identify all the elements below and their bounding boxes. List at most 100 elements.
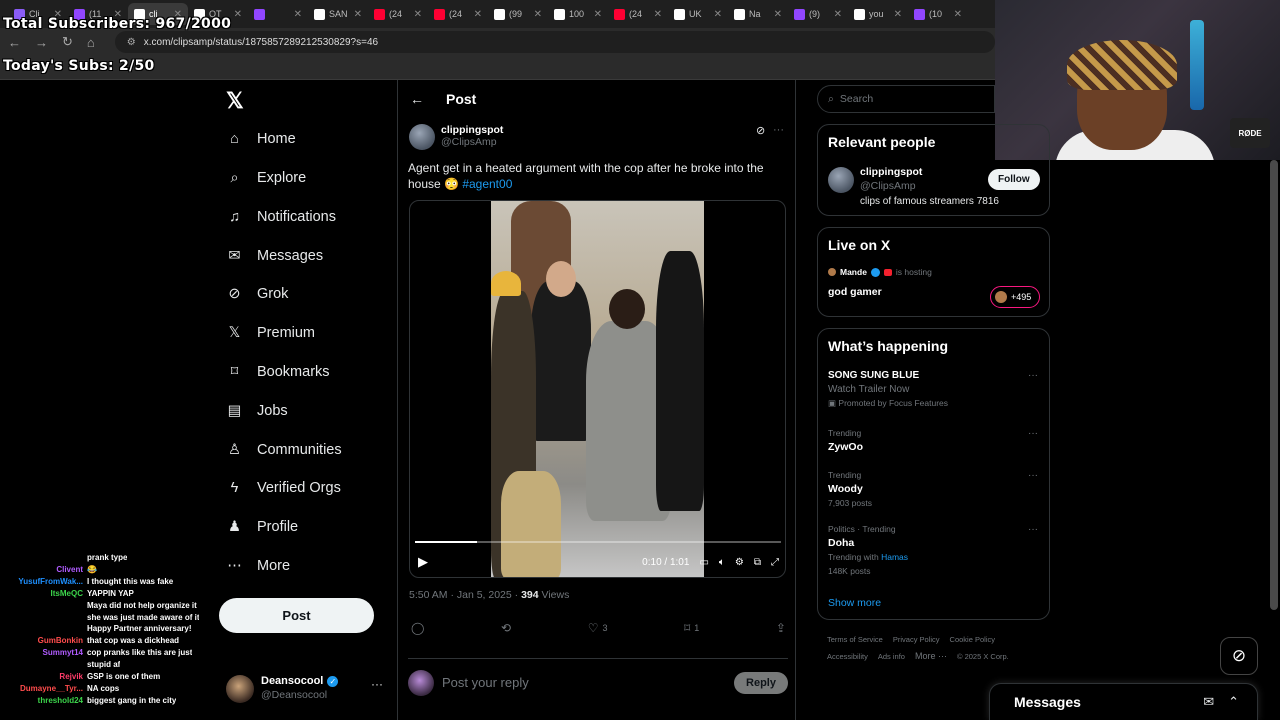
footer-link[interactable]: Accessibility xyxy=(827,652,868,661)
home-browser-icon[interactable]: ⌂ xyxy=(87,35,95,50)
post-author[interactable]: clippingspot @ClipsAmp xyxy=(409,124,503,150)
post-button[interactable]: Post xyxy=(219,598,374,633)
back-arrow-icon[interactable]: ← xyxy=(410,91,424,107)
video-progress-bar[interactable] xyxy=(415,541,781,543)
search-box[interactable]: ⌕ Search xyxy=(817,85,995,113)
reload-icon[interactable]: ↻ xyxy=(62,34,73,50)
chat-username[interactable]: Summyt14 xyxy=(0,647,83,659)
nav-item-more[interactable]: ⋯ More xyxy=(218,551,290,581)
browser-tab[interactable]: 100 ✕ xyxy=(548,3,608,25)
video-player[interactable]: ▶ 0:10 / 1:01 ▭ 🔈︎ ⚙ ⧉ ⤢ xyxy=(409,200,786,578)
relevant-avatar[interactable] xyxy=(828,167,854,193)
hashtag-link[interactable]: #agent00 xyxy=(462,177,512,191)
grok-explain-icon[interactable]: ⊘ xyxy=(756,124,765,137)
chat-username[interactable] xyxy=(0,612,83,624)
reply-action[interactable]: ◯ xyxy=(411,621,424,635)
reply-button[interactable]: Reply xyxy=(734,671,788,694)
tab-close-icon[interactable]: ✕ xyxy=(414,9,422,20)
follow-button[interactable]: Follow xyxy=(988,169,1040,190)
nav-item-messages[interactable]: ✉ Messages xyxy=(218,241,323,271)
page-scrollbar[interactable] xyxy=(1270,160,1278,610)
trend-item[interactable]: Politics · Trending Doha ··· xyxy=(828,524,1043,549)
browser-tab[interactable]: (99 ✕ xyxy=(488,3,548,25)
nav-item-communities[interactable]: ♙ Communities xyxy=(218,435,342,465)
play-icon[interactable]: ▶ xyxy=(418,554,428,570)
footer-link[interactable]: Ads info xyxy=(878,652,905,661)
fullscreen-icon[interactable]: ⤢ xyxy=(771,557,779,568)
post-timestamp[interactable]: 5:50 AM · Jan 5, 2025 · xyxy=(409,589,521,601)
footer-link[interactable]: Privacy Policy xyxy=(893,635,940,644)
nav-item-verified-orgs[interactable]: ϟ Verified Orgs xyxy=(218,473,341,503)
chat-username[interactable]: GumBonkin xyxy=(0,635,83,647)
trend-more-icon[interactable]: ··· xyxy=(1028,470,1038,481)
nav-item-grok[interactable]: ⊘ Grok xyxy=(218,279,288,309)
bookmark-action[interactable]: ⌑ 1 xyxy=(684,621,699,635)
grok-floating-button[interactable]: ⊘ xyxy=(1220,637,1258,675)
promoted-trend[interactable]: SONG SUNG BLUE Watch Trailer Now ▣ Promo… xyxy=(828,370,1043,409)
captions-icon[interactable]: ▭ xyxy=(699,557,708,568)
browser-tab[interactable]: SAN ✕ xyxy=(308,3,368,25)
browser-tab[interactable]: (10 ✕ xyxy=(908,3,968,25)
chat-username[interactable]: YusufFromWak... xyxy=(0,576,83,588)
chat-username[interactable]: Dumayne__Tyr... xyxy=(0,683,83,695)
chat-username[interactable] xyxy=(0,659,83,671)
browser-tab[interactable]: ✕ xyxy=(248,3,308,25)
hamas-link[interactable]: Hamas xyxy=(881,552,908,562)
messages-drawer[interactable]: Messages ✉ ⌃ xyxy=(989,683,1258,720)
account-switcher[interactable]: Deansocool ✓ @Deansocool ··· xyxy=(226,673,386,707)
trend-more-icon[interactable]: ··· xyxy=(1028,370,1038,381)
picture-in-picture-icon[interactable]: ⧉ xyxy=(754,557,761,568)
browser-tab[interactable]: UK ✕ xyxy=(668,3,728,25)
nav-item-notifications[interactable]: ♫ Notifications xyxy=(218,202,336,232)
volume-icon[interactable]: 🔈︎ xyxy=(719,557,725,568)
footer-link[interactable]: © 2025 X Corp. xyxy=(957,652,1009,661)
tab-close-icon[interactable]: ✕ xyxy=(294,9,302,20)
url-field[interactable]: ⚙ x.com/clipsamp/status/1875857289212530… xyxy=(114,31,995,53)
tab-close-icon[interactable]: ✕ xyxy=(354,9,362,20)
chat-username[interactable] xyxy=(0,600,83,612)
search-input[interactable]: Search xyxy=(840,93,873,105)
nav-item-jobs[interactable]: ▤ Jobs xyxy=(218,396,288,426)
browser-tab[interactable]: you ✕ xyxy=(848,3,908,25)
chat-username[interactable]: ItsMeQC xyxy=(0,588,83,600)
trend-item[interactable]: Trending ZywOo ··· xyxy=(828,428,1043,453)
live-listeners-pill[interactable]: +495 xyxy=(990,286,1040,308)
chat-username[interactable]: Rejvik xyxy=(0,671,83,683)
reply-input[interactable]: Post your reply xyxy=(442,675,726,690)
tab-close-icon[interactable]: ✕ xyxy=(774,9,782,20)
tab-close-icon[interactable]: ✕ xyxy=(594,9,602,20)
browser-tab[interactable]: (9) ✕ xyxy=(788,3,848,25)
tab-close-icon[interactable]: ✕ xyxy=(714,9,722,20)
footer-link[interactable]: Terms of Service xyxy=(827,635,883,644)
settings-gear-icon[interactable]: ⚙ xyxy=(735,557,744,568)
back-icon[interactable]: ← xyxy=(8,35,21,50)
account-more-icon[interactable]: ··· xyxy=(371,677,383,691)
forward-icon[interactable]: → xyxy=(35,35,48,50)
x-logo-icon[interactable]: 𝕏 xyxy=(226,88,244,114)
nav-item-explore[interactable]: ⌕ Explore xyxy=(218,163,306,193)
author-handle[interactable]: @ClipsAmp xyxy=(441,136,503,148)
chat-username[interactable] xyxy=(0,552,83,564)
tab-close-icon[interactable]: ✕ xyxy=(534,9,542,20)
tab-close-icon[interactable]: ✕ xyxy=(234,9,242,20)
tab-close-icon[interactable]: ✕ xyxy=(474,9,482,20)
repost-action[interactable]: ⟲ xyxy=(501,621,511,635)
chat-username[interactable]: threshold24 xyxy=(0,695,83,707)
tab-close-icon[interactable]: ✕ xyxy=(834,9,842,20)
tab-close-icon[interactable]: ✕ xyxy=(954,9,962,20)
browser-tab[interactable]: Na ✕ xyxy=(728,3,788,25)
chat-username[interactable]: Clivent xyxy=(0,564,83,576)
tab-close-icon[interactable]: ✕ xyxy=(894,9,902,20)
footer-link[interactable]: More ··· xyxy=(915,651,947,661)
collapse-up-icon[interactable]: ⌃ xyxy=(1228,694,1239,710)
author-name[interactable]: clippingspot xyxy=(441,124,503,136)
chat-username[interactable] xyxy=(0,623,83,635)
new-message-icon[interactable]: ✉ xyxy=(1203,694,1214,710)
nav-item-premium[interactable]: 𝕏 Premium xyxy=(218,318,315,348)
nav-item-bookmarks[interactable]: ⌑ Bookmarks xyxy=(218,357,330,387)
trend-more-icon[interactable]: ··· xyxy=(1028,428,1038,439)
browser-tab[interactable]: (24 ✕ xyxy=(368,3,428,25)
trend-item[interactable]: Trending Woody 7,903 posts ··· xyxy=(828,470,1043,508)
like-action[interactable]: ♡ 3 xyxy=(588,621,608,635)
nav-item-home[interactable]: ⌂ Home xyxy=(218,124,296,154)
